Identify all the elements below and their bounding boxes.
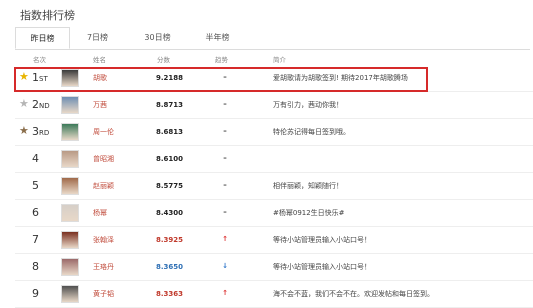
star-name-link[interactable]: 黄子韬 [93,290,114,298]
trend-flat-icon: – [223,127,227,135]
rank-value: 6 [32,206,39,219]
list-item[interactable]: 9 黄子韬 8.3363 ↑ 海不会不蓝，我们不会不在。欢迎发帖和每日签到。 [0,281,533,308]
star-intro: 相伴丽颖，知颖随行！ [273,182,343,190]
rank-number: 9 [32,288,39,299]
score-value: 8.6100 [156,155,184,163]
avatar[interactable] [61,96,79,114]
list-item[interactable]: 8 王珞丹 8.3650 ↓ 等待小站管理员输入小站口号！ [0,254,533,281]
star-name-link[interactable]: 杨幂 [93,209,107,217]
highlight-box [14,67,428,92]
tab-7-day[interactable]: 7日榜 [70,27,125,49]
score-value: 8.3650 [156,263,184,271]
rank-number: 6 [32,207,39,218]
rank-value: 7 [32,233,39,246]
star-intro: 等待小站管理员输入小站口号！ [273,263,371,271]
star-intro: 等待小站管理员输入小站口号！ [273,236,371,244]
list-item[interactable]: 6 杨幂 8.4300 – #杨幂0912生日快乐# [0,200,533,227]
list-item[interactable]: 7 张翰泽 8.3925 ↑ 等待小站管理员输入小站口号！ [0,227,533,254]
tab-yesterday[interactable]: 昨日榜 [15,27,70,49]
star-icon: ★ [19,124,29,137]
rank-value: 8 [32,260,39,273]
star-name-link[interactable]: 周一伦 [93,128,114,136]
star-name-link[interactable]: 王珞丹 [93,263,114,271]
column-header-rank: 名次 [33,56,46,64]
list-item[interactable]: ★ 2ND 万茜 8.8713 – 万有引力，茜动你我！ [0,92,533,119]
tab-30-day[interactable]: 30日榜 [130,27,185,49]
trend-up-icon: ↑ [222,235,228,243]
page-title: 指数排行榜 [20,9,75,22]
score-value: 8.3925 [156,236,184,244]
avatar[interactable] [61,150,79,168]
trend-flat-icon: – [223,154,227,162]
avatar[interactable] [61,177,79,195]
rank-number: 3RD [32,126,49,139]
avatar[interactable] [61,123,79,141]
star-name-link[interactable]: 赵丽颖 [93,182,114,190]
column-header-desc: 简介 [273,56,286,64]
rank-number: 7 [32,234,39,245]
trend-up-icon: ↑ [222,289,228,297]
score-value: 8.3363 [156,290,184,298]
rank-value: 4 [32,152,39,165]
tab-half-year[interactable]: 半年榜 [190,27,245,49]
column-header-score: 分数 [157,56,170,64]
rank-number: 8 [32,261,39,272]
star-name-link[interactable]: 万茜 [93,101,107,109]
rank-number: 5 [32,180,39,191]
list-item[interactable]: ★ 3RD 周一伦 8.6813 – 特伦苏记得每日签到哦。 [0,119,533,146]
star-intro: 万有引力，茜动你我！ [273,101,343,109]
avatar[interactable] [61,231,79,249]
score-value: 8.6813 [156,128,184,136]
star-icon: ★ [19,97,29,110]
rank-number: 4 [32,153,39,164]
column-header-name: 姓名 [93,56,106,64]
score-value: 8.5775 [156,182,184,190]
star-name-link[interactable]: 张翰泽 [93,236,114,244]
star-intro: 海不会不蓝，我们不会不在。欢迎发帖和每日签到。 [273,290,434,298]
avatar[interactable] [61,258,79,276]
trend-flat-icon: – [223,181,227,189]
star-intro: 特伦苏记得每日签到哦。 [273,128,350,136]
rank-number: 2ND [32,99,50,112]
rank-suffix: RD [39,129,50,137]
trend-flat-icon: – [223,100,227,108]
list-item[interactable]: 4 曾昭湘 8.6100 – [0,146,533,173]
rank-value: 3 [32,125,39,138]
ranking-tabs: 昨日榜 7日榜 30日榜 半年榜 [15,27,530,50]
score-value: 8.8713 [156,101,184,109]
trend-down-icon: ↓ [222,262,228,270]
avatar[interactable] [61,285,79,303]
trend-flat-icon: – [223,208,227,216]
rank-value: 5 [32,179,39,192]
avatar[interactable] [61,204,79,222]
list-item[interactable]: 5 赵丽颖 8.5775 – 相伴丽颖，知颖随行！ [0,173,533,200]
rank-suffix: ND [39,102,50,110]
column-header-trend: 趋势 [215,56,228,64]
star-name-link[interactable]: 曾昭湘 [93,155,114,163]
score-value: 8.4300 [156,209,184,217]
star-intro: #杨幂0912生日快乐# [273,209,345,217]
rank-value: 2 [32,98,39,111]
